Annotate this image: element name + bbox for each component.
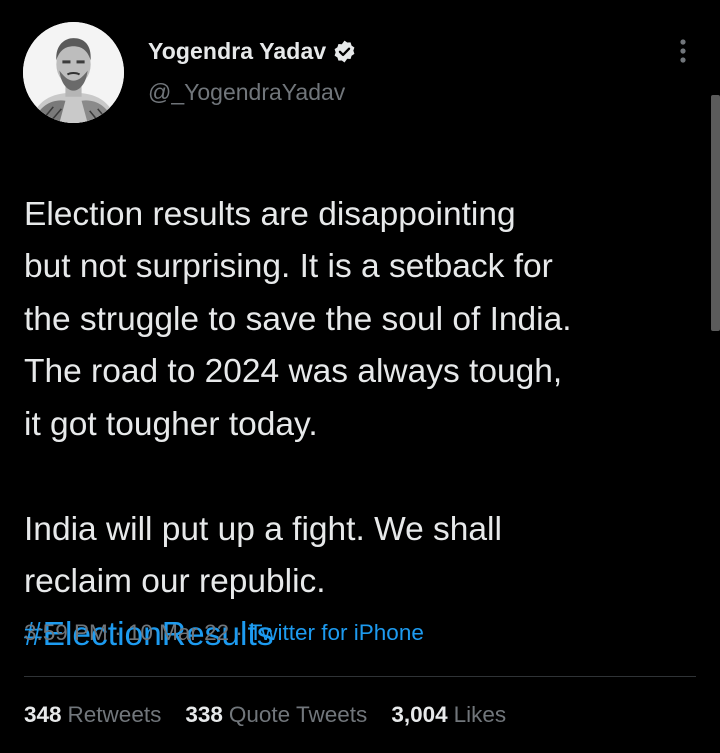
divider [24,676,696,677]
author-name-row[interactable]: Yogendra Yadav [148,36,357,66]
tweet-meta: 3:59 PM · 10 Mar 22 · Twitter for iPhone [24,620,424,646]
profile-photo-icon [23,22,124,123]
more-vertical-icon[interactable] [672,36,694,68]
tweet-source-link[interactable]: Twitter for iPhone [249,620,424,645]
retweets-label: Retweets [67,702,162,727]
verified-badge-icon [332,39,357,64]
meta-separator: · [235,620,243,645]
scrollbar-thumb[interactable] [711,95,720,331]
author-avatar[interactable] [23,22,124,123]
tweet-stats: 348 Retweets 338 Quote Tweets 3,004 Likes [24,702,530,728]
tweet-body: Election results are disappointing but n… [24,195,572,601]
quote-tweets-label: Quote Tweets [228,702,368,727]
tweet-detail: Yogendra Yadav @_YogendraYadav Election … [0,0,720,753]
meta-separator: · [114,620,122,645]
likes-stat[interactable]: 3,004 Likes [391,702,506,728]
likes-label: Likes [453,702,507,727]
retweets-stat[interactable]: 348 Retweets [24,702,161,728]
likes-count: 3,004 [391,702,448,727]
quote-tweets-count: 338 [185,702,223,727]
quote-tweets-stat[interactable]: 338 Quote Tweets [185,702,367,728]
retweets-count: 348 [24,702,62,727]
author-display-name[interactable]: Yogendra Yadav [148,38,326,65]
author-handle[interactable]: @_YogendraYadav [148,79,345,106]
tweet-time[interactable]: 3:59 PM [24,620,108,645]
tweet-date[interactable]: 10 Mar 22 [128,620,229,645]
